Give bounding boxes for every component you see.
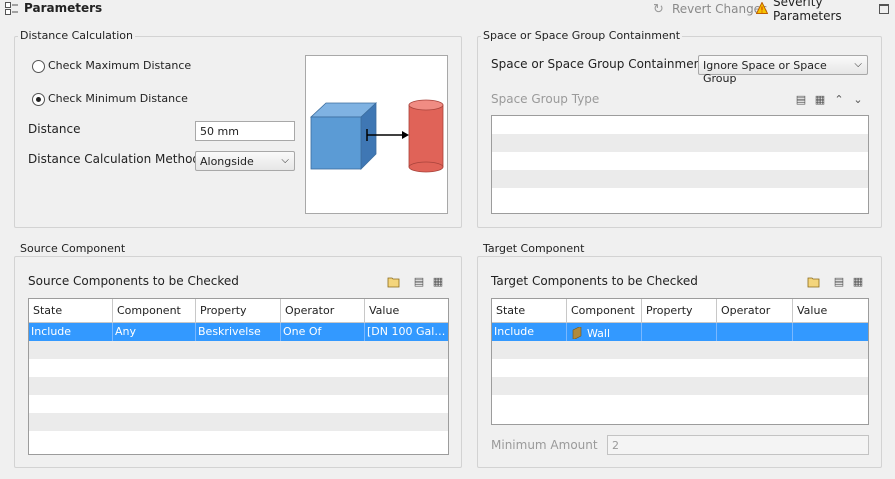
space-group-type-list[interactable] [491,115,869,214]
check-max-distance-radio[interactable] [32,60,45,73]
add-row-icon[interactable]: ▤ [832,276,846,288]
move-down-icon[interactable]: ⌄ [851,94,865,106]
distance-method-label: Distance Calculation Method [28,152,201,166]
cell-component-label: Wall [587,326,611,340]
column-header-property[interactable]: Property [196,299,281,322]
table-row[interactable]: Include Wall [492,323,868,341]
target-components-title: Target Components to be Checked [491,274,698,288]
table-icon[interactable]: ▦ [851,276,865,288]
table-row[interactable]: Include Any Beskrivelse One Of [DN 100 G… [29,323,448,341]
severity-warning-icon: ! [755,0,769,17]
column-header-state[interactable]: State [29,299,113,322]
add-row-icon[interactable]: ▤ [794,94,808,106]
column-header-property[interactable]: Property [642,299,717,322]
page-title: Parameters [24,1,103,15]
source-components-title: Source Components to be Checked [28,274,239,288]
revert-changes-label: Revert Changes [672,2,768,16]
table-header: State Component Property Operator Value [492,299,868,323]
svg-text:!: ! [760,5,763,14]
list-item[interactable] [492,134,868,152]
severity-parameters-label: Severity Parameters [773,0,842,23]
table-row[interactable] [29,413,448,431]
containment-dropdown[interactable]: Ignore Space or Space Group ⌵ [698,55,868,85]
table-row[interactable] [29,377,448,395]
cell-state: Include [29,323,113,341]
distance-illustration [305,55,448,214]
severity-parameters-button[interactable]: ! Severity Parameters [755,0,895,23]
target-component-legend: Target Component [481,242,587,255]
table-row[interactable] [492,377,868,395]
revert-changes-button[interactable]: ↻ Revert Changes [653,1,767,17]
cell-component: Wall [567,323,642,341]
table-icon[interactable]: ▦ [431,276,445,288]
minimum-amount-input[interactable]: 2 [607,435,869,455]
parameters-icon [5,2,19,15]
source-component-legend: Source Component [18,242,128,255]
list-item[interactable] [492,170,868,188]
cell-operator: One Of [281,323,365,341]
space-group-type-label: Space Group Type [491,92,600,106]
target-components-table[interactable]: State Component Property Operator Value … [491,298,869,425]
distance-calculation-legend: Distance Calculation [18,29,135,42]
column-header-value[interactable]: Value [365,299,448,322]
distance-method-dropdown[interactable]: Alongside ⌵ [195,151,295,171]
column-header-component[interactable]: Component [567,299,642,322]
distance-input[interactable]: 50 mm [195,121,295,141]
table-header: State Component Property Operator Value [29,299,448,323]
cell-property: Beskrivelse [196,323,281,341]
cell-property [642,323,717,341]
column-header-component[interactable]: Component [113,299,196,322]
table-row[interactable] [492,359,868,377]
cell-operator [717,323,793,341]
table-row[interactable] [492,395,868,413]
column-header-operator[interactable]: Operator [717,299,793,322]
distance-label: Distance [28,122,81,136]
check-min-distance-label[interactable]: Check Minimum Distance [48,92,188,105]
cell-value [793,323,868,341]
list-item[interactable] [492,116,868,134]
chevron-down-icon: ⌵ [281,155,289,166]
move-up-icon[interactable]: ⌃ [832,94,846,106]
table-icon[interactable]: ▦ [813,94,827,106]
minimum-amount-label: Minimum Amount [491,438,598,452]
table-row[interactable] [29,395,448,413]
table-row[interactable] [29,431,448,449]
wall-icon [572,326,582,340]
containment-label: Space or Space Group Containment [491,57,706,71]
add-row-icon[interactable]: ▤ [412,276,426,288]
open-folder-icon[interactable] [387,276,401,288]
column-header-state[interactable]: State [492,299,567,322]
maximize-icon[interactable] [879,4,889,14]
revert-icon: ↻ [653,1,664,17]
check-min-distance-radio[interactable] [32,93,45,106]
open-folder-icon[interactable] [807,276,821,288]
containment-legend: Space or Space Group Containment [481,29,683,42]
cell-state: Include [492,323,567,341]
list-item[interactable] [492,152,868,170]
table-row[interactable] [492,341,868,359]
column-header-operator[interactable]: Operator [281,299,365,322]
list-item[interactable] [492,188,868,206]
table-row[interactable] [29,341,448,359]
chevron-down-icon: ⌵ [854,59,862,70]
check-max-distance-label[interactable]: Check Maximum Distance [48,59,191,72]
cell-component: Any [113,323,196,341]
cell-value: [DN 100 Galv… [367,325,448,338]
distance-method-value: Alongside [200,155,254,168]
column-header-value[interactable]: Value [793,299,868,322]
table-row[interactable] [29,359,448,377]
source-components-table[interactable]: State Component Property Operator Value … [28,298,449,455]
